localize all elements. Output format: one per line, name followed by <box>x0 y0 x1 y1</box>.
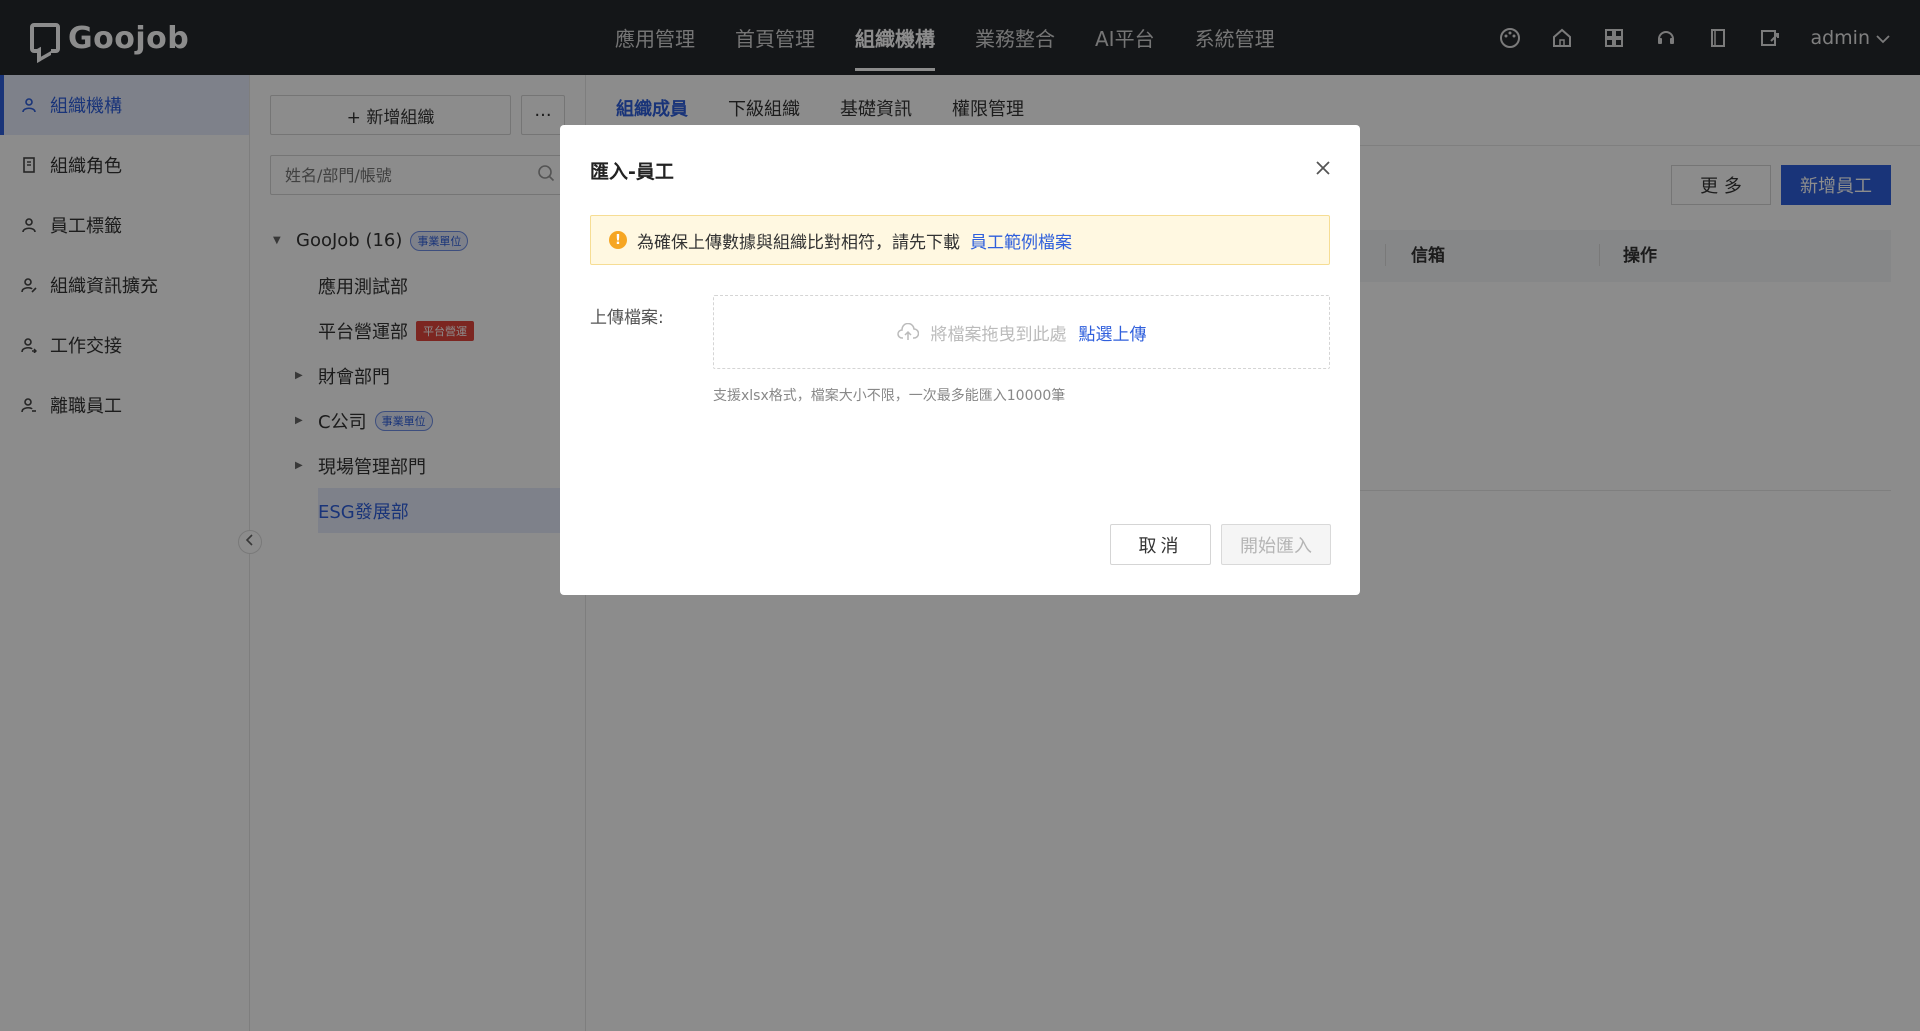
upload-hint: 支援xlsx格式，檔案大小不限，一次最多能匯入10000筆 <box>713 388 1066 404</box>
modal-title: 匯入-員工 <box>590 161 674 183</box>
notice-text: 為確保上傳數據與組織比對相符，請先下載 <box>637 232 960 253</box>
cancel-button[interactable]: 取消 <box>1110 524 1211 565</box>
dropzone-text: 將檔案拖曳到此處 <box>930 324 1067 345</box>
close-icon[interactable] <box>1310 155 1336 181</box>
upload-dropzone[interactable]: 將檔案拖曳到此處 點選上傳 <box>713 295 1330 369</box>
warning-notice: ! 為確保上傳數據與組織比對相符，請先下載 員工範例檔案 <box>590 215 1330 265</box>
click-upload-link[interactable]: 點選上傳 <box>1079 320 1147 345</box>
upload-label: 上傳檔案: <box>590 308 664 328</box>
import-employee-modal: 匯入-員工 ! 為確保上傳數據與組織比對相符，請先下載 員工範例檔案 上傳檔案:… <box>560 125 1360 595</box>
start-import-button[interactable]: 開始匯入 <box>1221 524 1331 565</box>
warning-icon: ! <box>609 231 627 249</box>
cloud-upload-icon <box>896 323 919 341</box>
download-template-link[interactable]: 員工範例檔案 <box>970 228 1072 253</box>
